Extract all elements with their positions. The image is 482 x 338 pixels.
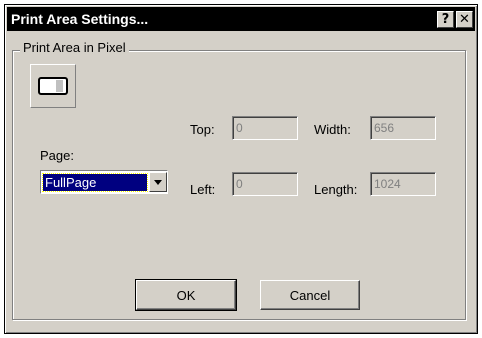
width-field[interactable] — [370, 116, 436, 140]
length-label: Length: — [314, 182, 358, 197]
left-field[interactable] — [232, 172, 298, 196]
top-field[interactable] — [232, 116, 298, 140]
width-label: Width: — [314, 122, 351, 137]
page-select-value: FullPage — [42, 172, 148, 192]
page-label: Page: — [40, 148, 74, 163]
ok-button[interactable]: OK — [135, 279, 237, 311]
page-select[interactable]: FullPage — [40, 170, 168, 194]
title-bar[interactable]: Print Area Settings... ? ✕ — [7, 7, 475, 31]
length-field[interactable] — [370, 172, 436, 196]
dialog-title: Print Area Settings... — [11, 11, 149, 27]
help-button[interactable]: ? — [437, 10, 454, 28]
top-label: Top: — [190, 122, 215, 137]
groupbox-label: Print Area in Pixel — [20, 40, 129, 55]
page-preview-button[interactable] — [30, 64, 76, 108]
left-label: Left: — [190, 182, 216, 197]
page-layout-icon — [38, 77, 68, 95]
page-select-dropdown-button[interactable] — [149, 172, 167, 192]
close-button[interactable]: ✕ — [456, 10, 473, 28]
cancel-button[interactable]: Cancel — [260, 280, 360, 310]
chevron-down-icon — [154, 179, 162, 185]
